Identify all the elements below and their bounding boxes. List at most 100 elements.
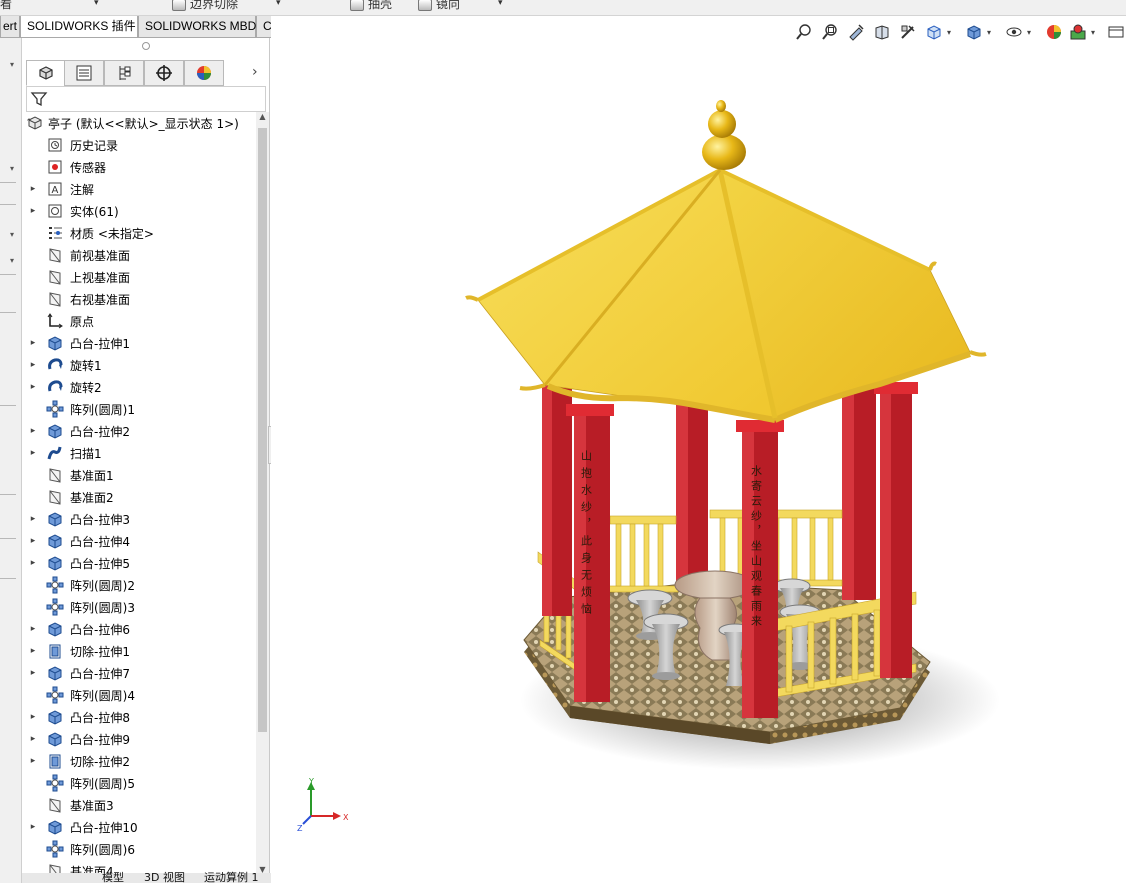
- tree-item[interactable]: ▸ A 注解: [22, 178, 256, 200]
- tree-item[interactable]: 阵列(圆周)1: [22, 398, 256, 420]
- tab-model[interactable]: 模型: [102, 872, 124, 883]
- tree-item[interactable]: ▸ 凸台-拉伸2: [22, 420, 256, 442]
- extrude-icon: [46, 510, 64, 528]
- tree-item[interactable]: ▸ 切除-拉伸1: [22, 640, 256, 662]
- expand-arrow-icon[interactable]: ▸: [28, 514, 38, 524]
- property-manager-icon: [76, 65, 92, 81]
- expand-arrow-icon[interactable]: ▸: [28, 184, 38, 194]
- expand-arrow-icon[interactable]: ▸: [28, 646, 38, 656]
- tree-item[interactable]: ▸ 凸台-拉伸1: [22, 332, 256, 354]
- tree-item[interactable]: 阵列(圆周)5: [22, 772, 256, 794]
- tree-item[interactable]: ▸ 凸台-拉伸4: [22, 530, 256, 552]
- tab-solidworks-mbd[interactable]: SOLIDWORKS MBD: [138, 16, 256, 38]
- expand-arrow-icon[interactable]: ▸: [28, 822, 38, 832]
- chevron-down-icon[interactable]: ▾: [10, 256, 14, 265]
- expand-arrow-icon[interactable]: ▸: [28, 448, 38, 458]
- tree-item[interactable]: 传感器: [22, 156, 256, 178]
- tree-scrollbar[interactable]: ▲ ▼: [256, 112, 269, 883]
- chevron-down-icon[interactable]: ▾: [10, 164, 14, 173]
- chevron-right-icon[interactable]: ›: [252, 64, 258, 80]
- tree-item[interactable]: ▸ 凸台-拉伸5: [22, 552, 256, 574]
- roof-finial[interactable]: [702, 100, 746, 170]
- expand-arrow-icon[interactable]: ▸: [28, 558, 38, 568]
- tree-item[interactable]: ▸ 凸台-拉伸9: [22, 728, 256, 750]
- tree-item[interactable]: ▸ 旋转2: [22, 376, 256, 398]
- tree-item[interactable]: ▸ 凸台-拉伸7: [22, 662, 256, 684]
- expand-arrow-icon[interactable]: ▸: [28, 734, 38, 744]
- tab-3d-views[interactable]: 3D 视图: [144, 872, 185, 883]
- tree-item-label: 阵列(圆周)4: [70, 688, 135, 703]
- tree-item[interactable]: 前视基准面: [22, 244, 256, 266]
- tree-filter-bar[interactable]: [26, 86, 266, 112]
- expand-arrow-icon[interactable]: ▸: [28, 360, 38, 370]
- graphics-area[interactable]: ▾ ▾ ▾ ▾ 山抱水纱，此身无烦恼 水寄云纱，坐山观春雨来 Y X Z: [271, 16, 1126, 883]
- tree-item[interactable]: 阵列(圆周)6: [22, 838, 256, 860]
- tree-item[interactable]: ▸ 旋转1: [22, 354, 256, 376]
- circular-pattern-icon: [46, 400, 64, 418]
- tab-display-manager[interactable]: [184, 60, 224, 86]
- scroll-up-icon[interactable]: ▲: [256, 112, 269, 126]
- extrude-icon: [46, 818, 64, 836]
- extrude-icon: [46, 620, 64, 638]
- chevron-down-icon[interactable]: ▾: [498, 0, 503, 8]
- tree-item[interactable]: 基准面1: [22, 464, 256, 486]
- tree-item[interactable]: ▸ 凸台-拉伸3: [22, 508, 256, 530]
- plane-icon: [46, 796, 64, 814]
- tree-item[interactable]: 阵列(圆周)4: [22, 684, 256, 706]
- expand-arrow-icon[interactable]: ▸: [28, 756, 38, 766]
- tree-item-label: 材质 <未指定>: [70, 226, 154, 241]
- extrude-icon: [46, 532, 64, 550]
- tree-item[interactable]: 基准面3: [22, 794, 256, 816]
- view-command[interactable]: 看: [0, 0, 12, 12]
- tree-item-label: 切除-拉伸2: [70, 754, 130, 769]
- tree-item[interactable]: 原点: [22, 310, 256, 332]
- display-manager-icon: [197, 66, 211, 80]
- panel-grip-icon[interactable]: [142, 42, 150, 50]
- tab-configuration-manager[interactable]: [104, 60, 144, 86]
- plane-icon: [46, 290, 64, 308]
- boundary-cut-command[interactable]: 边界切除: [172, 0, 238, 12]
- tree-item[interactable]: ▸ 切除-拉伸2: [22, 750, 256, 772]
- solid-bodies-icon: [46, 202, 64, 220]
- filter-icon[interactable]: [30, 90, 48, 108]
- gazebo-model[interactable]: 山抱水纱，此身无烦恼 水寄云纱，坐山观春雨来: [271, 16, 1126, 883]
- tree-item-label: 旋转1: [70, 358, 102, 373]
- expand-arrow-icon[interactable]: ▸: [28, 382, 38, 392]
- expand-arrow-icon[interactable]: ▸: [28, 426, 38, 436]
- tree-item[interactable]: 上视基准面: [22, 266, 256, 288]
- sensor-icon: [46, 158, 64, 176]
- expand-arrow-icon[interactable]: ▸: [28, 536, 38, 546]
- expand-arrow-icon[interactable]: ▸: [28, 206, 38, 216]
- tree-item[interactable]: ▸ 凸台-拉伸10: [22, 816, 256, 838]
- tree-item[interactable]: 阵列(圆周)3: [22, 596, 256, 618]
- expand-arrow-icon[interactable]: ▸: [28, 668, 38, 678]
- tab-motion-study[interactable]: 运动算例 1: [204, 872, 259, 883]
- cut-extrude-icon: [46, 752, 64, 770]
- chevron-down-icon[interactable]: ▾: [94, 0, 99, 8]
- chevron-down-icon[interactable]: ▾: [10, 60, 14, 69]
- tree-item[interactable]: 右视基准面: [22, 288, 256, 310]
- shell-command[interactable]: 抽壳: [350, 0, 392, 12]
- tree-item[interactable]: 历史记录: [22, 134, 256, 156]
- mirror-command[interactable]: 镜向: [418, 0, 460, 12]
- tab-property-manager[interactable]: [64, 60, 104, 86]
- tree-item[interactable]: ▸ 扫描1: [22, 442, 256, 464]
- revolve-icon: [46, 378, 64, 396]
- scrollbar-thumb[interactable]: [258, 128, 267, 732]
- tab-solidworks-addins[interactable]: SOLIDWORKS 插件: [20, 16, 138, 38]
- expand-arrow-icon[interactable]: ▸: [28, 624, 38, 634]
- tree-item[interactable]: 阵列(圆周)2: [22, 574, 256, 596]
- tree-item[interactable]: ▸ 实体(61): [22, 200, 256, 222]
- chevron-down-icon[interactable]: ▾: [10, 230, 14, 239]
- tab-insert[interactable]: ert: [0, 16, 20, 38]
- tree-item[interactable]: ▸ 凸台-拉伸8: [22, 706, 256, 728]
- expand-arrow-icon[interactable]: ▸: [28, 712, 38, 722]
- tree-item[interactable]: 材质 <未指定>: [22, 222, 256, 244]
- tree-item[interactable]: 基准面2: [22, 486, 256, 508]
- chevron-down-icon[interactable]: ▾: [276, 0, 281, 8]
- tree-root-part[interactable]: ⌃ 亭子 (默认<<默认>_显示状态 1>): [22, 112, 256, 134]
- tree-item[interactable]: ▸ 凸台-拉伸6: [22, 618, 256, 640]
- tab-dimxpert-manager[interactable]: [144, 60, 184, 86]
- expand-arrow-icon[interactable]: ▸: [28, 338, 38, 348]
- tab-feature-tree[interactable]: [26, 60, 66, 86]
